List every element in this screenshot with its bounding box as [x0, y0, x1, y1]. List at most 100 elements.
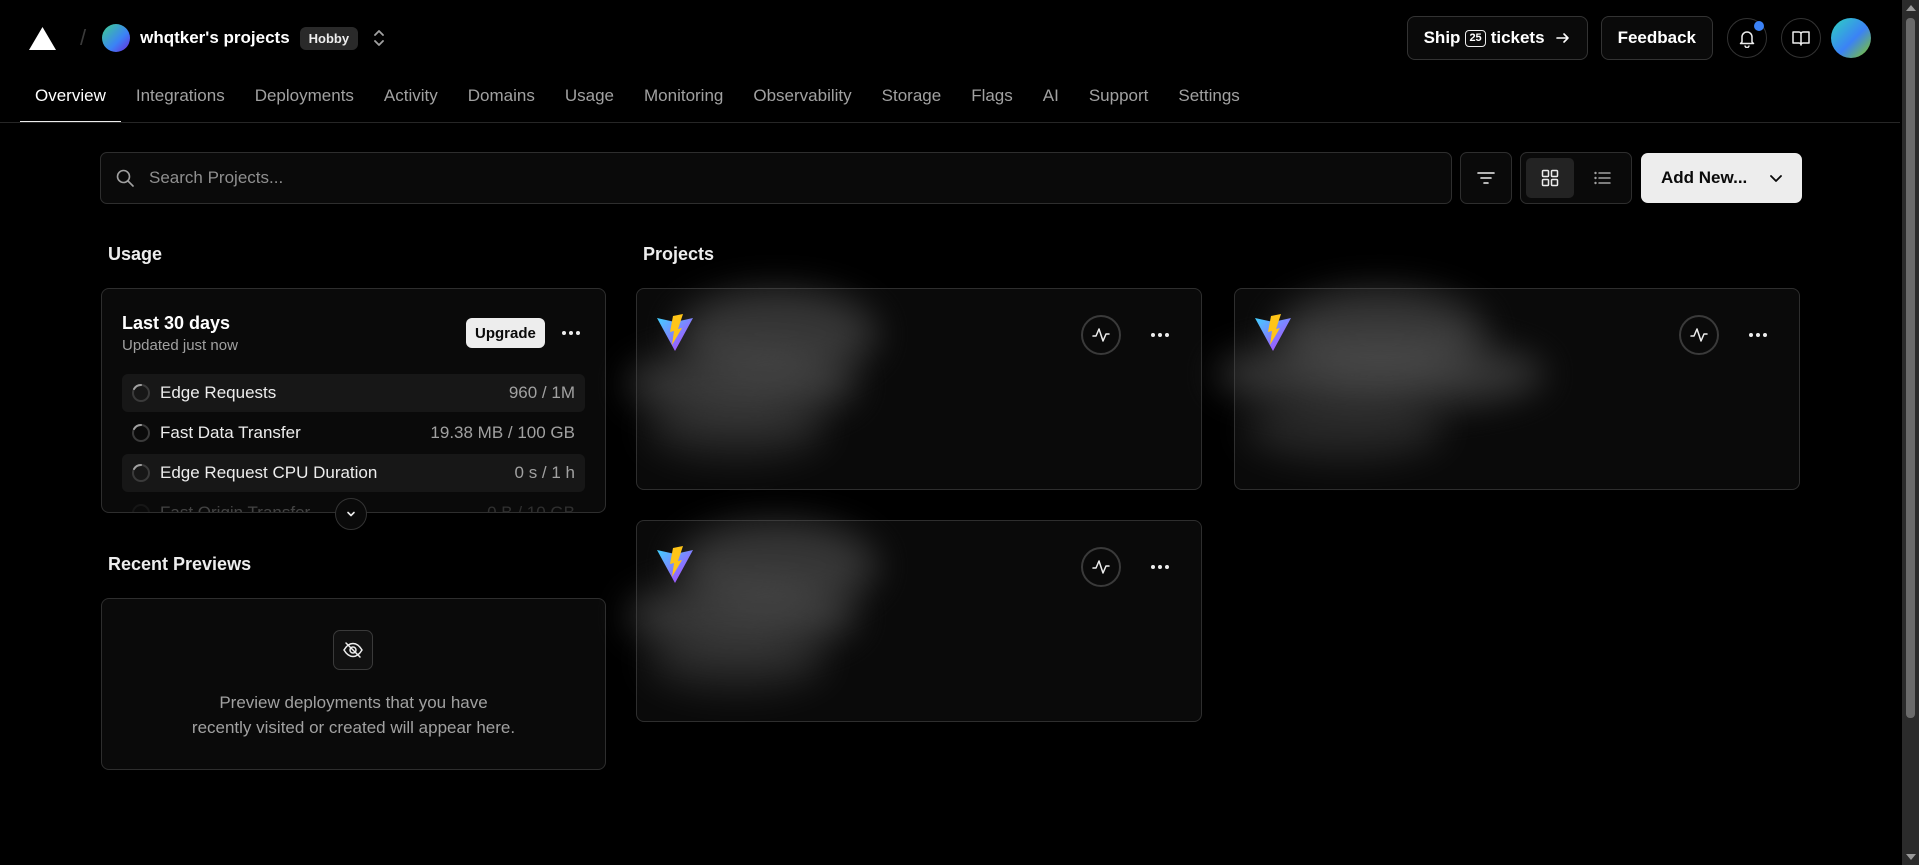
add-new-label: Add New... [1661, 168, 1748, 187]
project-more-button[interactable] [1145, 552, 1175, 582]
redacted-content [647, 631, 827, 691]
tab-ai[interactable]: AI [1028, 76, 1074, 123]
ship-label: Ship [1423, 28, 1461, 47]
tab-support[interactable]: Support [1074, 76, 1164, 123]
usage-row-label: Fast Origin Transfer [160, 503, 311, 513]
user-avatar[interactable] [1831, 18, 1871, 58]
book-icon [1792, 31, 1810, 46]
tab-storage[interactable]: Storage [867, 76, 957, 123]
scroll-up-arrow-icon[interactable] [1906, 5, 1916, 11]
usage-row-fast-data-transfer[interactable]: Fast Data Transfer 19.38 MB / 100 GB [122, 414, 585, 452]
tab-monitoring[interactable]: Monitoring [629, 76, 738, 123]
usage-card: Last 30 days Updated just now Upgrade Ed… [101, 288, 606, 513]
tickets-label: tickets [1490, 28, 1545, 47]
tab-usage[interactable]: Usage [550, 76, 629, 123]
project-card[interactable] [1215, 288, 1800, 490]
activity-pulse-icon [1092, 560, 1110, 574]
page-scrollbar[interactable] [1902, 0, 1919, 865]
tabs-divider [0, 122, 1900, 123]
tab-integrations[interactable]: Integrations [121, 76, 240, 123]
usage-updated: Updated just now [122, 337, 238, 354]
preview-eye-icon-box [333, 630, 373, 670]
chevron-up-down-icon[interactable] [372, 28, 386, 48]
more-horizontal-icon [1151, 333, 1169, 337]
vercel-logo-icon[interactable] [29, 26, 56, 50]
usage-ring-icon [132, 504, 150, 512]
top-bar: / whqtker's projects Hobby Ship 25 ticke… [0, 0, 1900, 76]
more-horizontal-icon [1749, 333, 1767, 337]
ticket-count: 25 [1465, 29, 1486, 47]
view-toggle [1520, 152, 1632, 204]
empty-text-line-1: Preview deployments that you have [219, 693, 488, 712]
notifications-button[interactable] [1727, 18, 1767, 58]
vite-logo-icon [657, 546, 693, 583]
breadcrumb-separator: / [80, 25, 87, 50]
upgrade-button[interactable]: Upgrade [466, 318, 545, 348]
activity-pulse-icon [1092, 328, 1110, 342]
tab-activity[interactable]: Activity [369, 76, 453, 123]
scroll-down-arrow-icon[interactable] [1906, 854, 1916, 860]
recent-previews-heading: Recent Previews [108, 554, 252, 574]
usage-row-value: 960 / 1M [508, 383, 575, 402]
bell-icon [1739, 31, 1755, 48]
add-new-button[interactable]: Add New... [1641, 153, 1802, 203]
plan-badge: Hobby [299, 26, 359, 50]
usage-row-edge-requests[interactable]: Edge Requests 960 / 1M [122, 374, 585, 412]
activity-button[interactable] [1679, 315, 1719, 355]
project-more-button[interactable] [1145, 320, 1175, 350]
ship-tickets-button[interactable]: Ship 25 tickets [1406, 16, 1588, 60]
usage-more-button[interactable] [556, 318, 586, 348]
tab-observability[interactable]: Observability [738, 76, 866, 123]
team-avatar[interactable] [102, 24, 131, 52]
usage-period: Last 30 days [122, 313, 231, 333]
tab-flags[interactable]: Flags [956, 76, 1028, 123]
feedback-button[interactable]: Feedback [1600, 16, 1713, 60]
activity-button[interactable] [1081, 547, 1121, 587]
empty-text-line-2: recently visited or created will appear … [191, 718, 516, 737]
notification-dot [1754, 21, 1764, 31]
docs-button[interactable] [1781, 18, 1821, 58]
nav-tabs: Overview Integrations Deployments Activi… [20, 76, 1255, 123]
tab-domains[interactable]: Domains [453, 76, 550, 123]
usage-row-label: Edge Request CPU Duration [160, 463, 378, 482]
usage-row-value: 0 s / 1 h [514, 463, 575, 482]
more-horizontal-icon [1151, 565, 1169, 569]
usage-ring-icon [132, 423, 150, 442]
team-name[interactable]: whqtker's projects [140, 28, 290, 48]
usage-row-label: Fast Data Transfer [160, 423, 301, 442]
usage-row-value: 0 B / 10 GB [487, 503, 575, 513]
recent-previews-empty-text: Preview deployments that you have recent… [102, 690, 605, 740]
search-input[interactable] [149, 168, 1349, 188]
usage-row-edge-cpu-duration[interactable]: Edge Request CPU Duration 0 s / 1 h [122, 454, 585, 492]
grid-view-button[interactable] [1526, 158, 1574, 198]
chevron-down-icon [347, 511, 355, 517]
project-card[interactable] [627, 288, 1202, 490]
usage-row-value: 19.38 MB / 100 GB [430, 423, 575, 442]
filter-icon [1477, 172, 1495, 184]
list-view-button[interactable] [1578, 158, 1626, 198]
usage-row-label: Edge Requests [160, 383, 277, 402]
grid-icon [1541, 169, 1559, 187]
activity-pulse-icon [1690, 328, 1708, 342]
redacted-content [647, 399, 827, 459]
eye-off-icon [343, 642, 363, 658]
usage-ring-icon [132, 463, 150, 482]
activity-button[interactable] [1081, 315, 1121, 355]
scroll-thumb[interactable] [1906, 18, 1915, 718]
usage-expand-button[interactable] [335, 498, 367, 530]
vite-logo-icon [657, 314, 693, 351]
tab-deployments[interactable]: Deployments [240, 76, 369, 123]
project-card[interactable] [627, 520, 1202, 722]
recent-previews-card: Preview deployments that you have recent… [101, 598, 606, 770]
vite-logo-icon [1255, 314, 1291, 351]
more-horizontal-icon [562, 331, 580, 335]
tab-settings[interactable]: Settings [1163, 76, 1254, 123]
tab-overview[interactable]: Overview [20, 76, 121, 123]
search-icon [116, 169, 134, 187]
usage-heading: Usage [108, 244, 163, 264]
filter-button[interactable] [1460, 152, 1512, 204]
chevron-down-icon [1770, 175, 1782, 182]
project-more-button[interactable] [1743, 320, 1773, 350]
search-bar[interactable] [100, 152, 1452, 204]
arrow-right-icon [1555, 33, 1569, 43]
